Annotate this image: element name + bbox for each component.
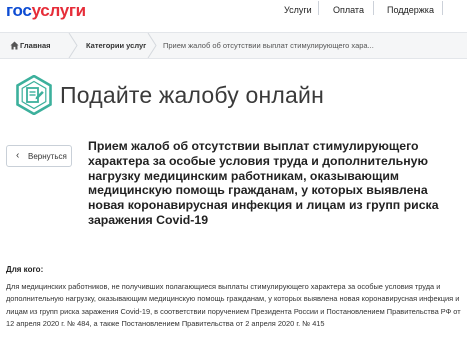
chevron-left-icon: ‹ bbox=[16, 150, 20, 161]
gosuslugi-logo[interactable]: госуслуги bbox=[6, 1, 86, 21]
logo-part-1: гос bbox=[6, 1, 32, 20]
home-icon bbox=[10, 41, 19, 50]
nav-support[interactable]: Поддержка bbox=[387, 4, 434, 16]
breadcrumb-separator-icon bbox=[68, 33, 78, 58]
nav-divider bbox=[442, 1, 443, 15]
for-whom-label: Для кого: bbox=[6, 265, 44, 274]
breadcrumb-categories[interactable]: Категории услуг bbox=[86, 33, 146, 58]
nav-payment[interactable]: Оплата bbox=[333, 4, 364, 16]
complaint-service-icon bbox=[16, 75, 52, 115]
breadcrumb-home[interactable]: Главная bbox=[20, 33, 51, 58]
nav-services[interactable]: Услуги bbox=[284, 4, 312, 16]
page-title: Подайте жалобу онлайн bbox=[60, 82, 324, 108]
breadcrumb-separator-icon bbox=[147, 33, 157, 58]
service-title: Прием жалоб об отсутствии выплат стимули… bbox=[88, 139, 439, 227]
service-description: Для медицинских работников, не получивши… bbox=[6, 282, 461, 328]
breadcrumb-current: Прием жалоб об отсутствии выплат стимули… bbox=[163, 41, 374, 50]
nav-divider bbox=[318, 1, 319, 15]
back-button-label: Вернуться bbox=[28, 152, 67, 161]
back-button[interactable]: ‹ Вернуться bbox=[6, 145, 72, 167]
nav-divider bbox=[373, 1, 374, 15]
logo-part-2: услуги bbox=[31, 1, 87, 20]
top-header: госуслуги Услуги Оплата Поддержка bbox=[0, 0, 467, 22]
breadcrumb: Главная Категории услуг Прием жалоб об о… bbox=[0, 32, 467, 59]
